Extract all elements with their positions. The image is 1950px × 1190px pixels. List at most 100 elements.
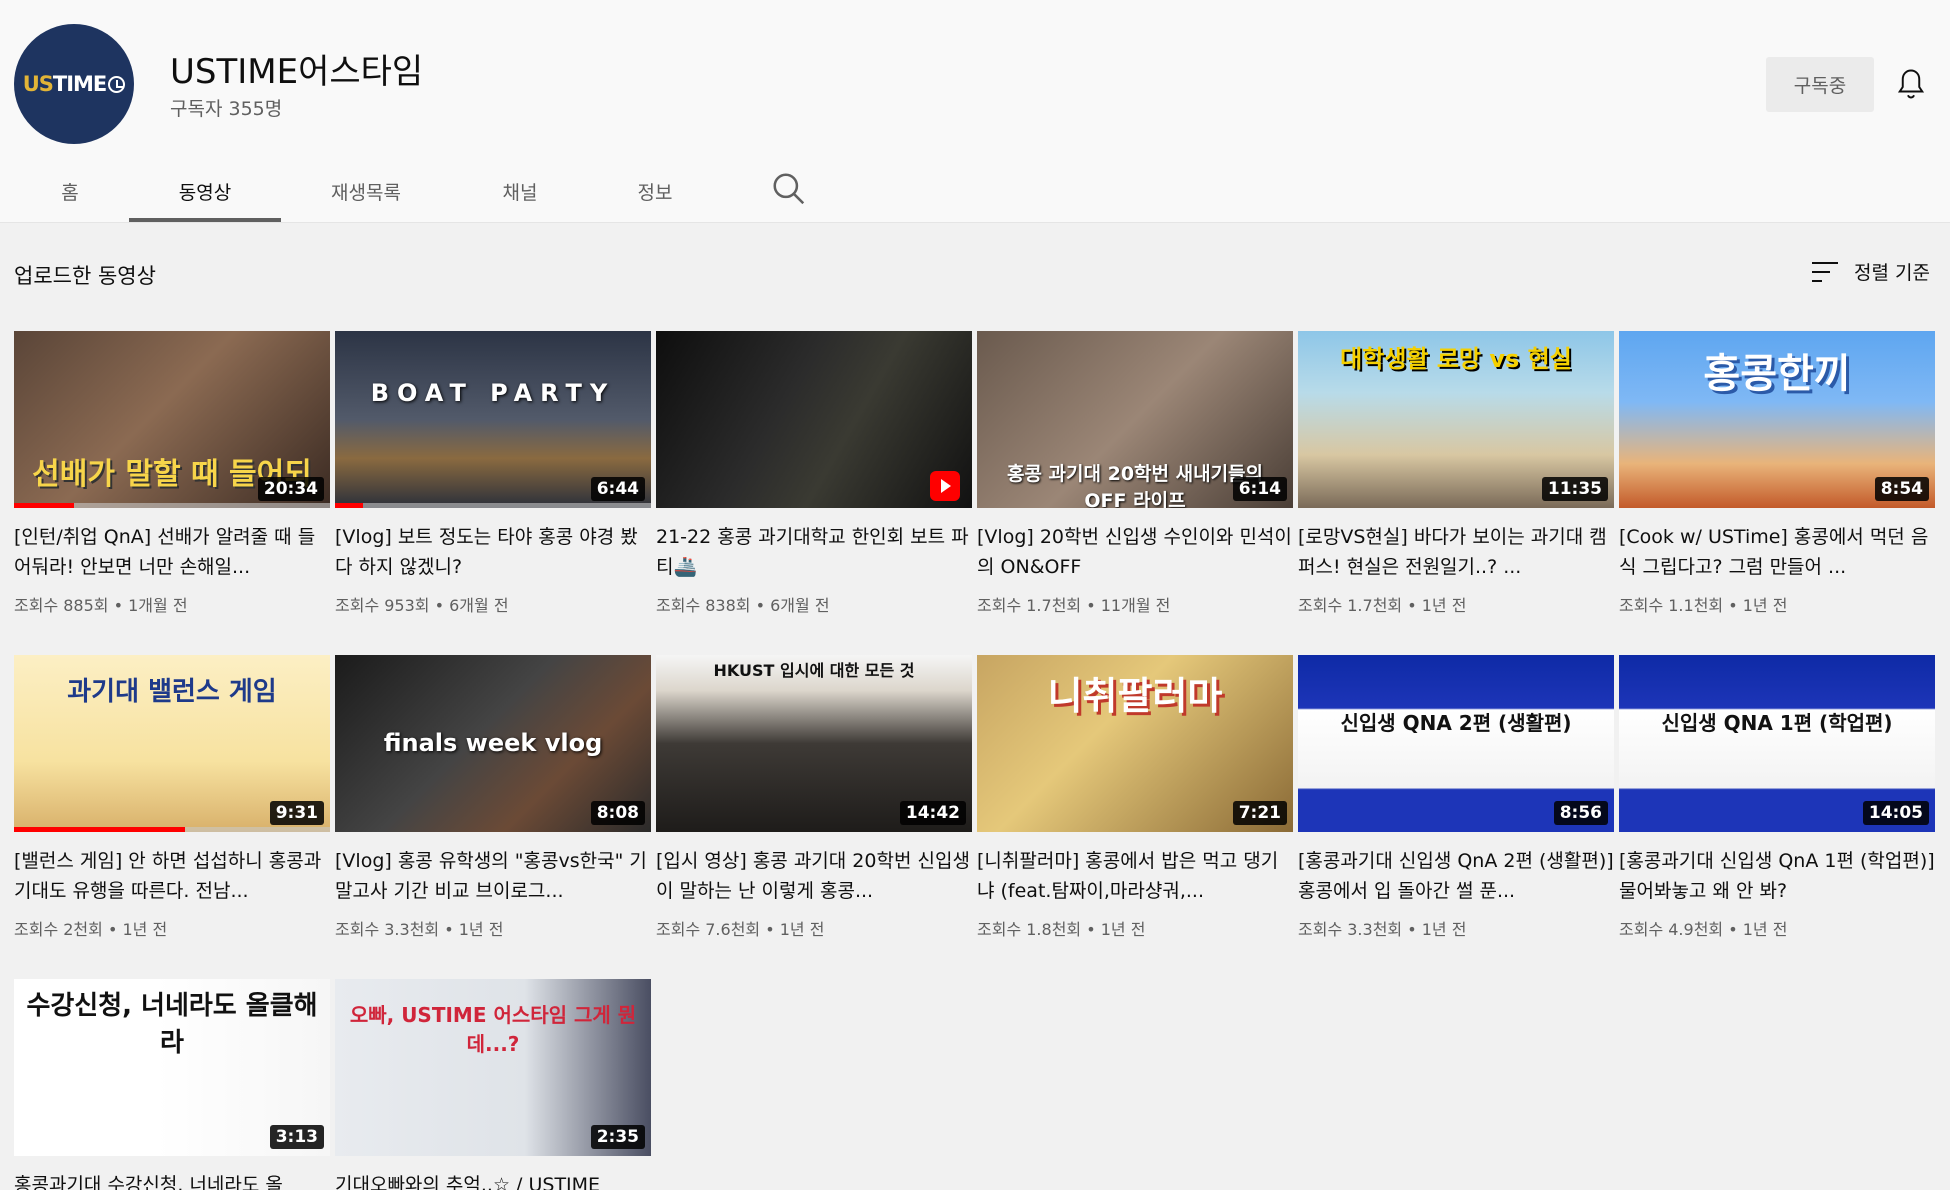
thumbnail-overlay-text: 신입생 QNA 2편 (생활편) (1340, 711, 1572, 735)
video-title[interactable]: [Vlog] 홍콩 유학생의 "홍콩vs한국" 기말고사 기간 비교 브이로그.… (335, 846, 651, 906)
meta-separator: • (429, 596, 450, 615)
video-thumbnail[interactable]: HKUST 입시에 대한 모든 것 14:42 (656, 655, 972, 832)
logo-text-us: US (22, 72, 54, 96)
watch-progress-bar (335, 503, 364, 508)
view-count: 조회수 885회 (14, 596, 109, 615)
video-title[interactable]: [니취팔러마] 홍콩에서 밥은 먹고 댕기냐 (feat.탐짜이,마라샹궈,..… (977, 846, 1293, 906)
video-card[interactable]: 수강신청, 너네라도 올클해라 3:13 홍콩과기대 수강신청. 너네라도 올 (14, 979, 330, 1190)
video-title[interactable]: [Vlog] 보트 정도는 타야 홍콩 야경 봤다 하지 않겠니? (335, 522, 651, 582)
video-card[interactable]: 오빠, USTIME 어스타임 그게 뭔데...? 2:35 기대오빠와의 추억..… (335, 979, 651, 1190)
upload-age: 1년 전 (1421, 596, 1467, 615)
duration-badge: 11:35 (1541, 477, 1608, 501)
view-count: 조회수 3.3천회 (1298, 920, 1403, 939)
video-thumbnail[interactable]: 선배가 말할 때 들어되 20:34 (14, 331, 330, 508)
video-card[interactable]: 21-22 홍콩 과기대학교 한인회 보트 파티🚢 조회수 838회 • 6개월 … (656, 331, 972, 616)
view-count: 조회수 953회 (335, 596, 430, 615)
video-card[interactable]: 홍콩한끼 8:54 [Cook w/ USTime] 홍콩에서 먹던 음식 그립다고… (1619, 331, 1935, 616)
watch-progress-bar (14, 503, 75, 508)
thumbnail-overlay-text: finals week vlog (383, 729, 603, 757)
video-card[interactable]: 신입생 QNA 2편 (생활편) 8:56 [홍콩과기대 신입생 QnA 2편 (생… (1298, 655, 1614, 940)
video-thumbnail[interactable]: 과기대 밸런스 게임 9:31 (14, 655, 330, 832)
video-title[interactable]: [Cook w/ USTime] 홍콩에서 먹던 음식 그립다고? 그럼 만들어… (1619, 522, 1935, 582)
duration-badge: 2:35 (590, 1125, 645, 1149)
tab-home[interactable]: 홈 (40, 160, 100, 222)
video-title[interactable]: [로망VS현실] 바다가 보이는 과기대 캠퍼스! 현실은 전원일기..? ..… (1298, 522, 1614, 582)
video-metadata: 조회수 4.9천회 • 1년 전 (1619, 916, 1935, 940)
upload-age: 1년 전 (1100, 920, 1146, 939)
video-metadata: 조회수 885회 • 1개월 전 (14, 592, 330, 616)
view-count: 조회수 1.7천회 (977, 596, 1082, 615)
search-icon[interactable] (770, 170, 808, 208)
video-card[interactable]: 니취팔러마 7:21 [니취팔러마] 홍콩에서 밥은 먹고 댕기냐 (feat.탐짜… (977, 655, 1293, 940)
video-thumbnail[interactable]: 홍콩한끼 8:54 (1619, 331, 1935, 508)
video-card[interactable]: 과기대 밸런스 게임 9:31 [밸런스 게임] 안 하면 섭섭하니 홍콩과기대도 … (14, 655, 330, 940)
video-thumbnail[interactable]: 수강신청, 너네라도 올클해라 3:13 (14, 979, 330, 1156)
channel-logo: US TIME (23, 72, 126, 96)
meta-separator: • (760, 920, 780, 939)
view-count: 조회수 7.6천회 (656, 920, 761, 939)
video-title[interactable]: [홍콩과기대 신입생 QnA 2편 (생활편)] 홍콩에서 입 돌아간 썰 푼.… (1298, 846, 1614, 906)
video-thumbnail[interactable] (656, 331, 972, 508)
video-title[interactable]: [입시 영상] 홍콩 과기대 20학번 신입생이 말하는 난 이렇게 홍콩... (656, 846, 972, 906)
section-title: 업로드한 동영상 (14, 264, 156, 288)
notification-bell-icon[interactable] (1893, 64, 1929, 104)
upload-age: 1년 전 (1742, 596, 1788, 615)
video-card[interactable]: 신입생 QNA 1편 (학업편) 14:05 [홍콩과기대 신입생 QnA 1편 (… (1619, 655, 1935, 940)
video-thumbnail[interactable]: 오빠, USTIME 어스타임 그게 뭔데...? 2:35 (335, 979, 651, 1156)
video-metadata: 조회수 1.1천회 • 1년 전 (1619, 592, 1935, 616)
video-thumbnail[interactable]: 신입생 QNA 2편 (생활편) 8:56 (1298, 655, 1614, 832)
upload-age: 6개월 전 (449, 596, 509, 615)
video-thumbnail[interactable]: 니취팔러마 7:21 (977, 655, 1293, 832)
tab-videos[interactable]: 동영상 (129, 160, 281, 222)
video-metadata: 조회수 3.3천회 • 1년 전 (1298, 916, 1614, 940)
tab-channels[interactable]: 채널 (470, 160, 570, 222)
sort-label: 정렬 기준 (1854, 262, 1930, 284)
video-metadata: 조회수 1.7천회 • 11개월 전 (977, 592, 1293, 616)
view-count: 조회수 2천회 (14, 920, 103, 939)
duration-badge: 6:14 (1232, 477, 1287, 501)
upload-age: 1개월 전 (128, 596, 188, 615)
tab-about[interactable]: 정보 (605, 160, 705, 222)
view-count: 조회수 4.9천회 (1619, 920, 1724, 939)
view-count: 조회수 838회 (656, 596, 751, 615)
sort-button[interactable]: 정렬 기준 (1810, 258, 1930, 285)
upload-age: 1년 전 (1421, 920, 1467, 939)
video-title[interactable]: [Vlog] 20학번 신입생 수인이와 민석이의 ON&OFF (977, 522, 1293, 582)
video-thumbnail[interactable]: 신입생 QNA 1편 (학업편) 14:05 (1619, 655, 1935, 832)
video-card[interactable]: 홍콩 과기대 20학번 새내기들의 OFF 라이프 6:14 [Vlog] 20학번… (977, 331, 1293, 616)
video-card[interactable]: finals week vlog 8:08 [Vlog] 홍콩 유학생의 "홍콩vs… (335, 655, 651, 940)
video-title[interactable]: [홍콩과기대 신입생 QnA 1편 (학업편)] 물어봐놓고 왜 안 봐? (1619, 846, 1935, 906)
video-card[interactable]: BOAT PARTY 6:44 [Vlog] 보트 정도는 타야 홍콩 야경 봤다 … (335, 331, 651, 616)
video-thumbnail[interactable]: 홍콩 과기대 20학번 새내기들의 OFF 라이프 6:14 (977, 331, 1293, 508)
thumbnail-overlay-text: 수강신청, 너네라도 올클해라 (26, 991, 318, 1058)
video-title[interactable]: 홍콩과기대 수강신청. 너네라도 올 (14, 1170, 330, 1190)
watch-progress-track (335, 503, 651, 508)
upload-age: 1년 전 (1742, 920, 1788, 939)
video-thumbnail[interactable]: BOAT PARTY 6:44 (335, 331, 651, 508)
video-title[interactable]: [인턴/취업 QnA] 선배가 알려줄 때 들어둬라! 안보면 너만 손해일..… (14, 522, 330, 582)
video-title[interactable]: 기대오빠와의 추억..☆ / USTIME (335, 1170, 651, 1190)
upload-age: 11개월 전 (1100, 596, 1171, 615)
video-card[interactable]: 대학생활 로망 vs 현실 11:35 [로망VS현실] 바다가 보이는 과기대 캠… (1298, 331, 1614, 616)
channel-avatar[interactable]: US TIME (14, 24, 134, 144)
video-card[interactable]: 선배가 말할 때 들어되 20:34 [인턴/취업 QnA] 선배가 알려줄 때 들… (14, 331, 330, 616)
video-title[interactable]: 21-22 홍콩 과기대학교 한인회 보트 파티🚢 (656, 522, 972, 582)
view-count: 조회수 1.7천회 (1298, 596, 1403, 615)
thumbnail-overlay-text: 니취팔러마 (1047, 674, 1223, 718)
view-count: 조회수 3.3천회 (335, 920, 440, 939)
thumbnail-overlay-text: HKUST 입시에 대한 모든 것 (713, 661, 915, 680)
video-thumbnail[interactable]: finals week vlog 8:08 (335, 655, 651, 832)
duration-badge: 9:31 (269, 801, 324, 825)
video-thumbnail[interactable]: 대학생활 로망 vs 현실 11:35 (1298, 331, 1614, 508)
duration-badge: 8:56 (1553, 801, 1608, 825)
meta-separator: • (1723, 920, 1743, 939)
video-card[interactable]: HKUST 입시에 대한 모든 것 14:42 [입시 영상] 홍콩 과기대 20학… (656, 655, 972, 940)
video-title[interactable]: [밸런스 게임] 안 하면 섭섭하니 홍콩과기대도 유행을 따른다. 전남... (14, 846, 330, 906)
video-metadata: 조회수 838회 • 6개월 전 (656, 592, 972, 616)
video-metadata: 조회수 3.3천회 • 1년 전 (335, 916, 651, 940)
tab-playlists[interactable]: 재생목록 (310, 160, 422, 222)
subscriber-count: 구독자 355명 (170, 98, 283, 120)
video-metadata: 조회수 2천회 • 1년 전 (14, 916, 330, 940)
upload-age: 1년 전 (458, 920, 504, 939)
subscribed-button[interactable]: 구독중 (1766, 57, 1874, 112)
